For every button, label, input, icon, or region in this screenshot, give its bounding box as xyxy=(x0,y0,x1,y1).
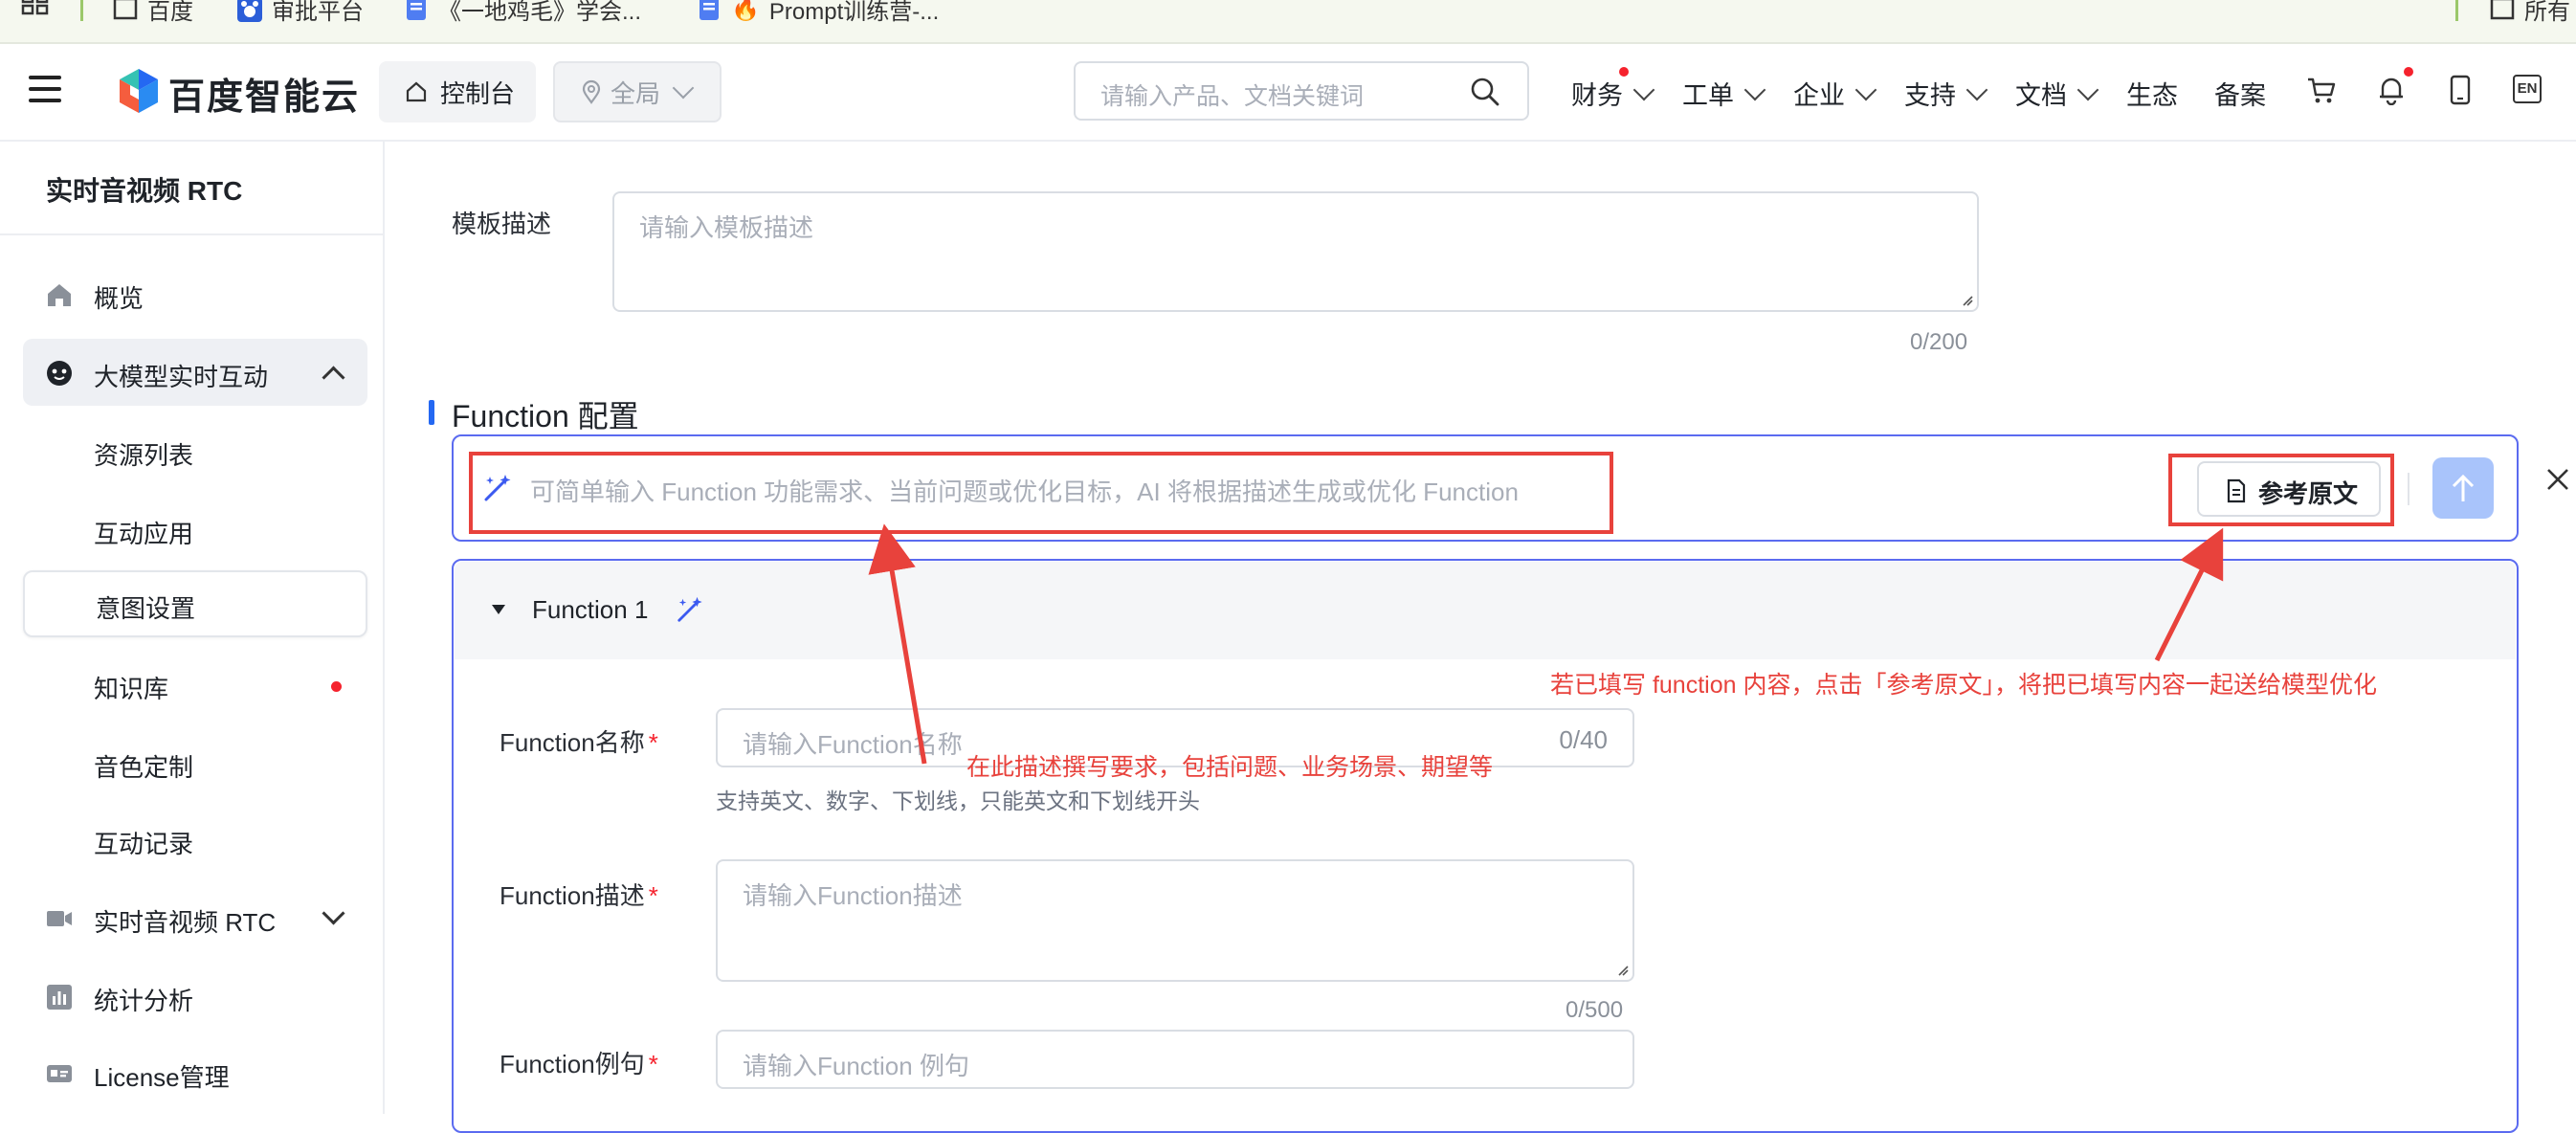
annotation-note: 在此描述撰写要求，包括问题、业务场景、期望等 xyxy=(966,754,1494,781)
annotation-arrows xyxy=(868,523,2224,765)
annotation-note: 若已填写 function 内容，点击「参考原文」，将把已填写内容一起送给模型优… xyxy=(1550,672,2377,699)
